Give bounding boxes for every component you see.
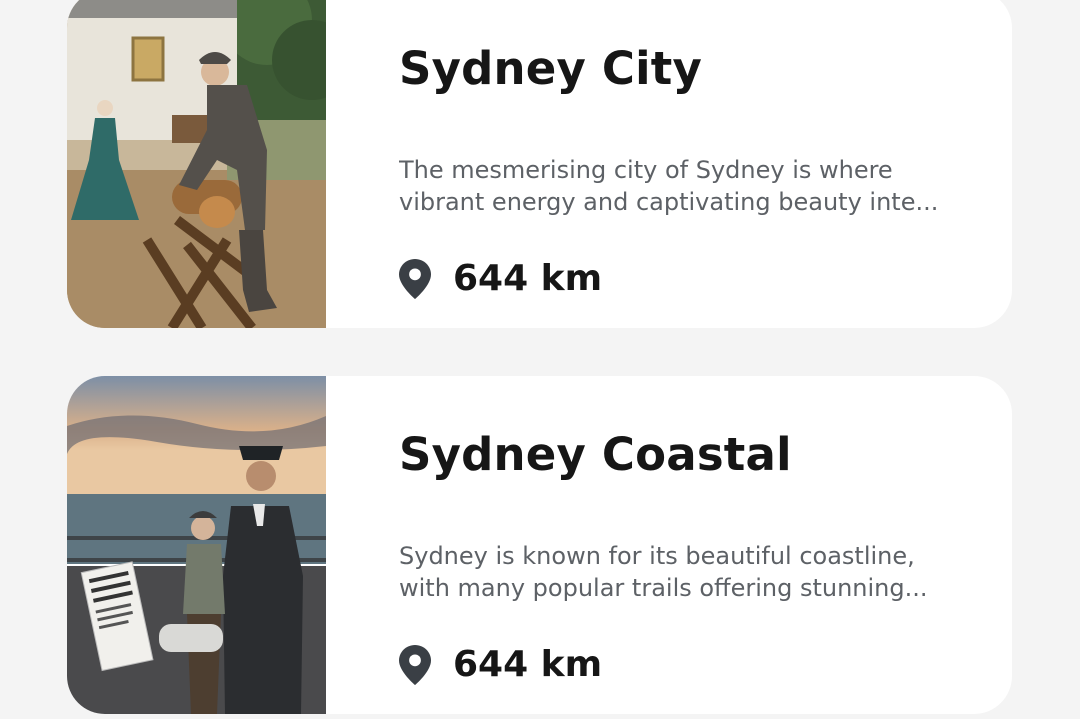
location-pin-icon xyxy=(399,644,431,685)
place-description: Sydney is known for its beautiful coastl… xyxy=(399,540,989,604)
description-line: with many popular trails offering stunni… xyxy=(399,574,928,602)
location-pin-icon xyxy=(399,258,431,299)
place-thumbnail[interactable] xyxy=(67,376,326,714)
description-line: The mesmerising city of Sydney is where xyxy=(399,156,893,184)
place-thumbnail[interactable] xyxy=(67,0,326,328)
places-list: Sydney City The mesmerising city of Sydn… xyxy=(0,0,1080,719)
distance-value: 644 km xyxy=(453,258,603,299)
place-description: The mesmerising city of Sydney is where … xyxy=(399,154,989,218)
heritage-scene-image xyxy=(67,0,326,328)
distance-row: 644 km xyxy=(399,258,602,299)
place-card-sydney-city[interactable]: Sydney City The mesmerising city of Sydn… xyxy=(67,0,1012,328)
description-line: Sydney is known for its beautiful coastl… xyxy=(399,542,915,570)
place-title: Sydney City xyxy=(399,42,703,95)
place-info: Sydney City The mesmerising city of Sydn… xyxy=(399,0,982,328)
coastal-scene-image xyxy=(67,376,326,714)
distance-value: 644 km xyxy=(453,644,603,685)
distance-row: 644 km xyxy=(399,644,602,685)
place-title: Sydney Coastal xyxy=(399,428,792,481)
place-info: Sydney Coastal Sydney is known for its b… xyxy=(399,376,982,714)
description-line: vibrant energy and captivating beauty in… xyxy=(399,188,939,216)
place-card-sydney-coastal[interactable]: Sydney Coastal Sydney is known for its b… xyxy=(67,376,1012,714)
